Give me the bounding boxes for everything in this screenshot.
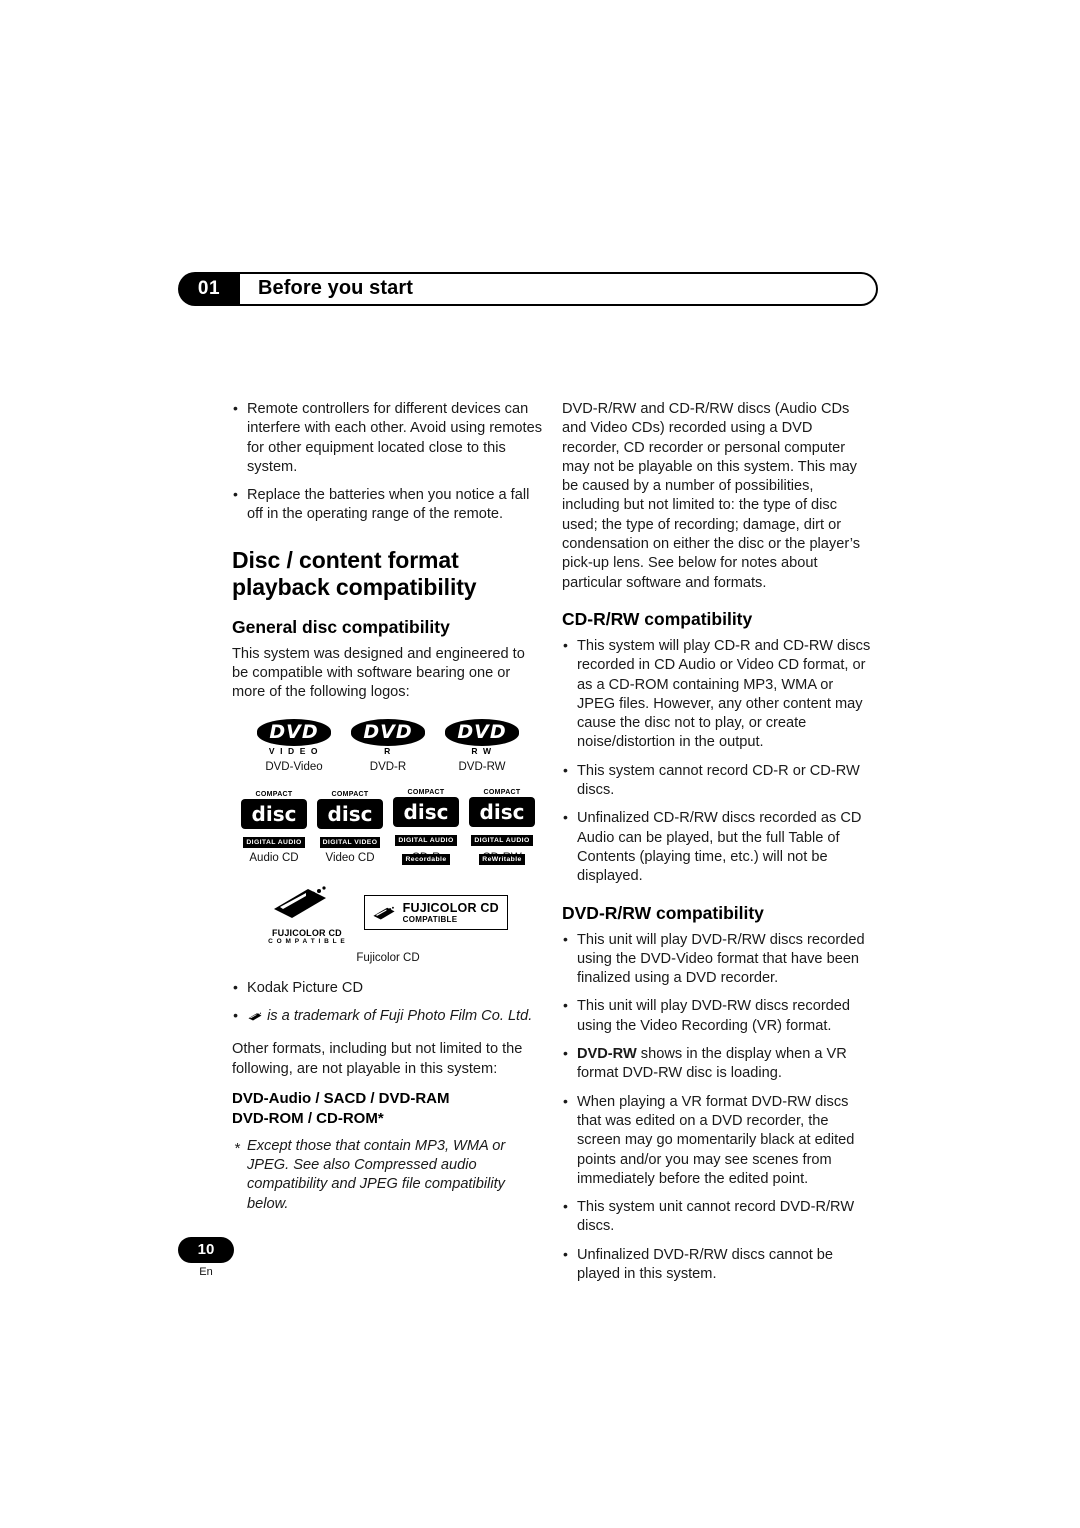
fuji-box-line1: FUJICOLOR CD (402, 901, 499, 916)
cd-bottom-label: DIGITAL AUDIO (395, 834, 457, 846)
dvd-rw-icon: DVD R W (445, 718, 519, 757)
fujicolor-compatible-box: FUJICOLOR CD COMPATIBLE (363, 895, 508, 931)
cd-top-label: COMPACT (331, 790, 369, 798)
logo-dvd-r: DVD R DVD-R (351, 718, 425, 774)
logo-caption: DVD-Video (265, 760, 323, 773)
intro-bullet-list: Remote controllers for different devices… (232, 399, 544, 525)
list-item: When playing a VR format DVD-RW discs th… (562, 1092, 874, 1189)
logo-caption: DVD-R (369, 760, 407, 773)
cd-bottom-label-2: Recordable (402, 853, 450, 865)
list-item-fuji-trademark: is a trademark of Fuji Photo Film Co. Lt… (232, 1006, 544, 1026)
cd-bottom-label: DIGITAL AUDIO (243, 836, 305, 848)
section-heading-disc-format: Disc / content format playback compatibi… (232, 546, 477, 600)
logo-bullet-list: Kodak Picture CD is a trademark of Fuji … (232, 978, 544, 1027)
cd-disc-wordmark: disc (393, 796, 459, 827)
page-title: Before you start (258, 277, 413, 299)
subheading-dvdrw-compatibility: DVD-R/RW compatibility (562, 902, 764, 923)
not-playable-formats: DVD-Audio / SACD / DVD-RAM DVD-ROM / CD-… (232, 1089, 544, 1129)
fuji-trademark-text: is a trademark of Fuji Photo Film Co. Lt… (267, 1007, 533, 1024)
dvd-sublabel: V I D E O (268, 745, 320, 756)
subheading-cdrw-compatibility: CD-R/RW compatibility (562, 608, 753, 629)
logo-dvd-video: DVD V I D E O DVD-Video (257, 718, 331, 774)
cd-bottom-label: DIGITAL AUDIO (471, 834, 533, 846)
cd-bottom-label-2: ReWritable (479, 853, 525, 865)
not-playable-line-2: DVD-ROM / CD-ROM* (232, 1109, 384, 1127)
list-item: Unfinalized CD-R/RW discs recorded as CD… (562, 808, 874, 886)
fuji-label-compatible: C O M P A T I B L E (268, 937, 346, 945)
logo-cd-rw: COMPACT disc DIGITAL AUDIO ReWritable CD… (467, 788, 537, 865)
dvdrw-bold-prefix: DVD-RW (577, 1046, 637, 1063)
compact-disc-rewritable-icon: COMPACT disc DIGITAL AUDIO ReWritable (467, 788, 537, 865)
fuji-box-line2: COMPATIBLE (402, 915, 458, 925)
fuji-film-icon (274, 886, 327, 918)
compact-disc-digital-video-icon: COMPACT disc DIGITAL VIDEO (315, 790, 385, 848)
dvdrw-bullet-list: This unit will play DVD-R/RW discs recor… (562, 930, 874, 1285)
subheading-general-disc-compatibility: General disc compatibility (232, 616, 450, 637)
dvd-logo-row: DVD V I D E O DVD-Video DVD R DVD-R DVD … (232, 718, 544, 774)
fuji-label: FUJICOLOR CD (271, 927, 342, 938)
logo-dvd-rw: DVD R W DVD-RW (445, 718, 519, 774)
dvd-wordmark: DVD (257, 718, 331, 746)
list-item: This system cannot record CD-R or CD-RW … (562, 761, 874, 801)
page-footer: 10 En (178, 1237, 268, 1278)
dvd-wordmark: DVD (351, 718, 425, 746)
cd-disc-wordmark: disc (469, 796, 535, 827)
cd-top-label: COMPACT (483, 788, 521, 796)
logo-caption: DVD-RW (458, 760, 506, 773)
dvd-wordmark: DVD (445, 718, 519, 746)
right-intro-paragraph: DVD-R/RW and CD-R/RW discs (Audio CDs an… (562, 401, 861, 591)
cd-bottom-label: DIGITAL VIDEO (319, 836, 381, 848)
chapter-number-badge: 01 (178, 272, 240, 306)
dvd-r-icon: DVD R (351, 718, 425, 757)
list-item: Replace the batteries when you notice a … (232, 485, 544, 525)
list-item-dvdrw-display: DVD-RW shows in the display when a VR fo… (562, 1044, 874, 1084)
cdrw-bullet-list: This system will play CD-R and CD-RW dis… (562, 636, 874, 887)
logo-audio-cd: COMPACT disc DIGITAL AUDIO Audio CD (239, 790, 309, 865)
cd-top-label: COMPACT (255, 790, 293, 798)
list-item: This system will play CD-R and CD-RW dis… (562, 636, 874, 753)
list-item: Remote controllers for different devices… (232, 399, 544, 477)
fuji-film-icon-inline (248, 1012, 262, 1021)
fuji-film-icon-small (373, 906, 395, 920)
general-disc-paragraph: This system was designed and engineered … (232, 645, 525, 701)
logo-video-cd: COMPACT disc DIGITAL VIDEO Video CD (315, 790, 385, 865)
logo-cd-r: COMPACT disc DIGITAL AUDIO Recordable CD… (391, 788, 461, 865)
footnote-item: Except those that contain MP3, WMA or JP… (232, 1137, 544, 1214)
dvd-sublabel: R (384, 745, 392, 756)
compact-disc-recordable-icon: COMPACT disc DIGITAL AUDIO Recordable (391, 788, 461, 865)
logo-caption: Audio CD (249, 851, 299, 864)
not-playable-line-1: DVD-Audio / SACD / DVD-RAM (232, 1089, 450, 1107)
fujicolor-logo-row: FUJICOLOR CD C O M P A T I B L E FUJICOL… (232, 881, 544, 965)
list-item: This unit will play DVD-RW discs recorde… (562, 996, 874, 1036)
dvd-sublabel: R W (471, 745, 493, 756)
cd-disc-wordmark: disc (317, 798, 383, 829)
other-formats-paragraph: Other formats, including but not limited… (232, 1041, 523, 1077)
right-column: DVD-R/RW and CD-R/RW discs (Audio CDs an… (562, 400, 874, 1293)
footer-language: En (199, 1266, 213, 1278)
footnote-list: Except those that contain MP3, WMA or JP… (232, 1137, 544, 1214)
cd-top-label: COMPACT (407, 788, 445, 796)
left-column: Remote controllers for different devices… (232, 399, 544, 1223)
logo-caption: Fujicolor CD (356, 951, 420, 964)
cd-disc-wordmark: disc (241, 798, 307, 829)
compact-disc-digital-audio-icon: COMPACT disc DIGITAL AUDIO (239, 790, 309, 848)
list-item: Kodak Picture CD (232, 978, 544, 998)
cd-logo-row: COMPACT disc DIGITAL AUDIO Audio CD COMP… (232, 788, 544, 865)
logo-caption: Video CD (325, 851, 375, 864)
dvd-video-icon: DVD V I D E O (257, 718, 331, 757)
list-item: This unit will play DVD-R/RW discs recor… (562, 930, 874, 989)
fujicolor-mark: FUJICOLOR CD C O M P A T I B L E (268, 881, 346, 945)
page-number-badge: 10 (178, 1237, 234, 1263)
page-header: 01 Before you start (178, 272, 878, 306)
list-item: This system unit cannot record DVD-R/RW … (562, 1197, 874, 1237)
list-item: Unfinalized DVD-R/RW discs cannot be pla… (562, 1245, 874, 1285)
